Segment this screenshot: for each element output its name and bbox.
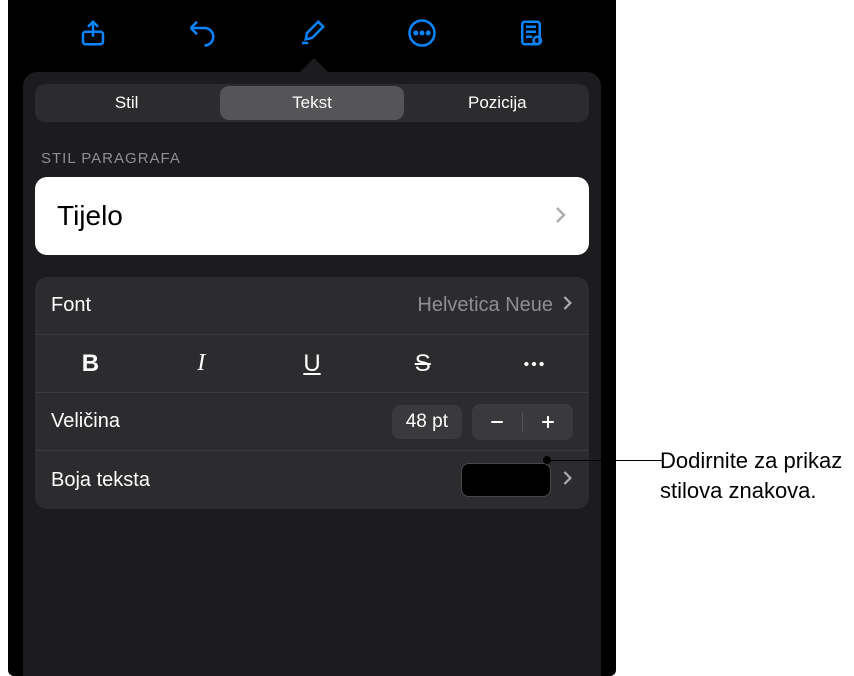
- size-increase-button[interactable]: [523, 404, 573, 440]
- tab-text[interactable]: Tekst: [220, 86, 403, 120]
- tab-segmented-control: Stil Tekst Pozicija: [35, 84, 589, 122]
- view-mode-icon[interactable]: [511, 13, 551, 53]
- popover-pointer: [300, 58, 328, 72]
- paragraph-style-row[interactable]: Tijelo: [35, 177, 589, 255]
- font-row[interactable]: Font Helvetica Neue: [35, 277, 589, 335]
- more-styles-button[interactable]: [478, 335, 589, 392]
- paragraph-style-section-label: STIL PARAGRAFA: [41, 150, 583, 167]
- font-label: Font: [51, 294, 91, 317]
- tab-position[interactable]: Pozicija: [406, 84, 589, 122]
- format-brush-icon[interactable]: [292, 13, 332, 53]
- text-style-row: B I U S: [35, 335, 589, 393]
- size-row: Veličina 48 pt: [35, 393, 589, 451]
- font-value: Helvetica Neue: [417, 294, 553, 317]
- annotation-line: [548, 460, 663, 461]
- share-icon[interactable]: [73, 13, 113, 53]
- size-decrease-button[interactable]: [472, 404, 522, 440]
- tab-style[interactable]: Stil: [35, 84, 218, 122]
- chevron-right-icon: [561, 469, 573, 492]
- size-stepper: [472, 404, 573, 440]
- toolbar: [8, 0, 616, 66]
- bold-button[interactable]: B: [35, 335, 146, 392]
- undo-icon[interactable]: [182, 13, 222, 53]
- italic-button[interactable]: I: [146, 335, 257, 392]
- color-swatch[interactable]: [461, 463, 551, 497]
- text-color-label: Boja teksta: [51, 469, 150, 492]
- text-color-row[interactable]: Boja teksta: [35, 451, 589, 509]
- chevron-right-icon: [553, 200, 567, 232]
- size-value[interactable]: 48 pt: [392, 405, 462, 439]
- paragraph-style-value: Tijelo: [57, 200, 123, 232]
- underline-button[interactable]: U: [257, 335, 368, 392]
- strikethrough-button[interactable]: S: [367, 335, 478, 392]
- size-label: Veličina: [51, 410, 120, 433]
- text-settings-card: Font Helvetica Neue B I U S Veličina 4: [35, 277, 589, 509]
- more-circle-icon[interactable]: [402, 13, 442, 53]
- annotation-text: Dodirnite za prikaz stilova znakova.: [660, 446, 850, 505]
- chevron-right-icon: [561, 294, 573, 317]
- format-popover: Stil Tekst Pozicija STIL PARAGRAFA Tijel…: [23, 72, 601, 676]
